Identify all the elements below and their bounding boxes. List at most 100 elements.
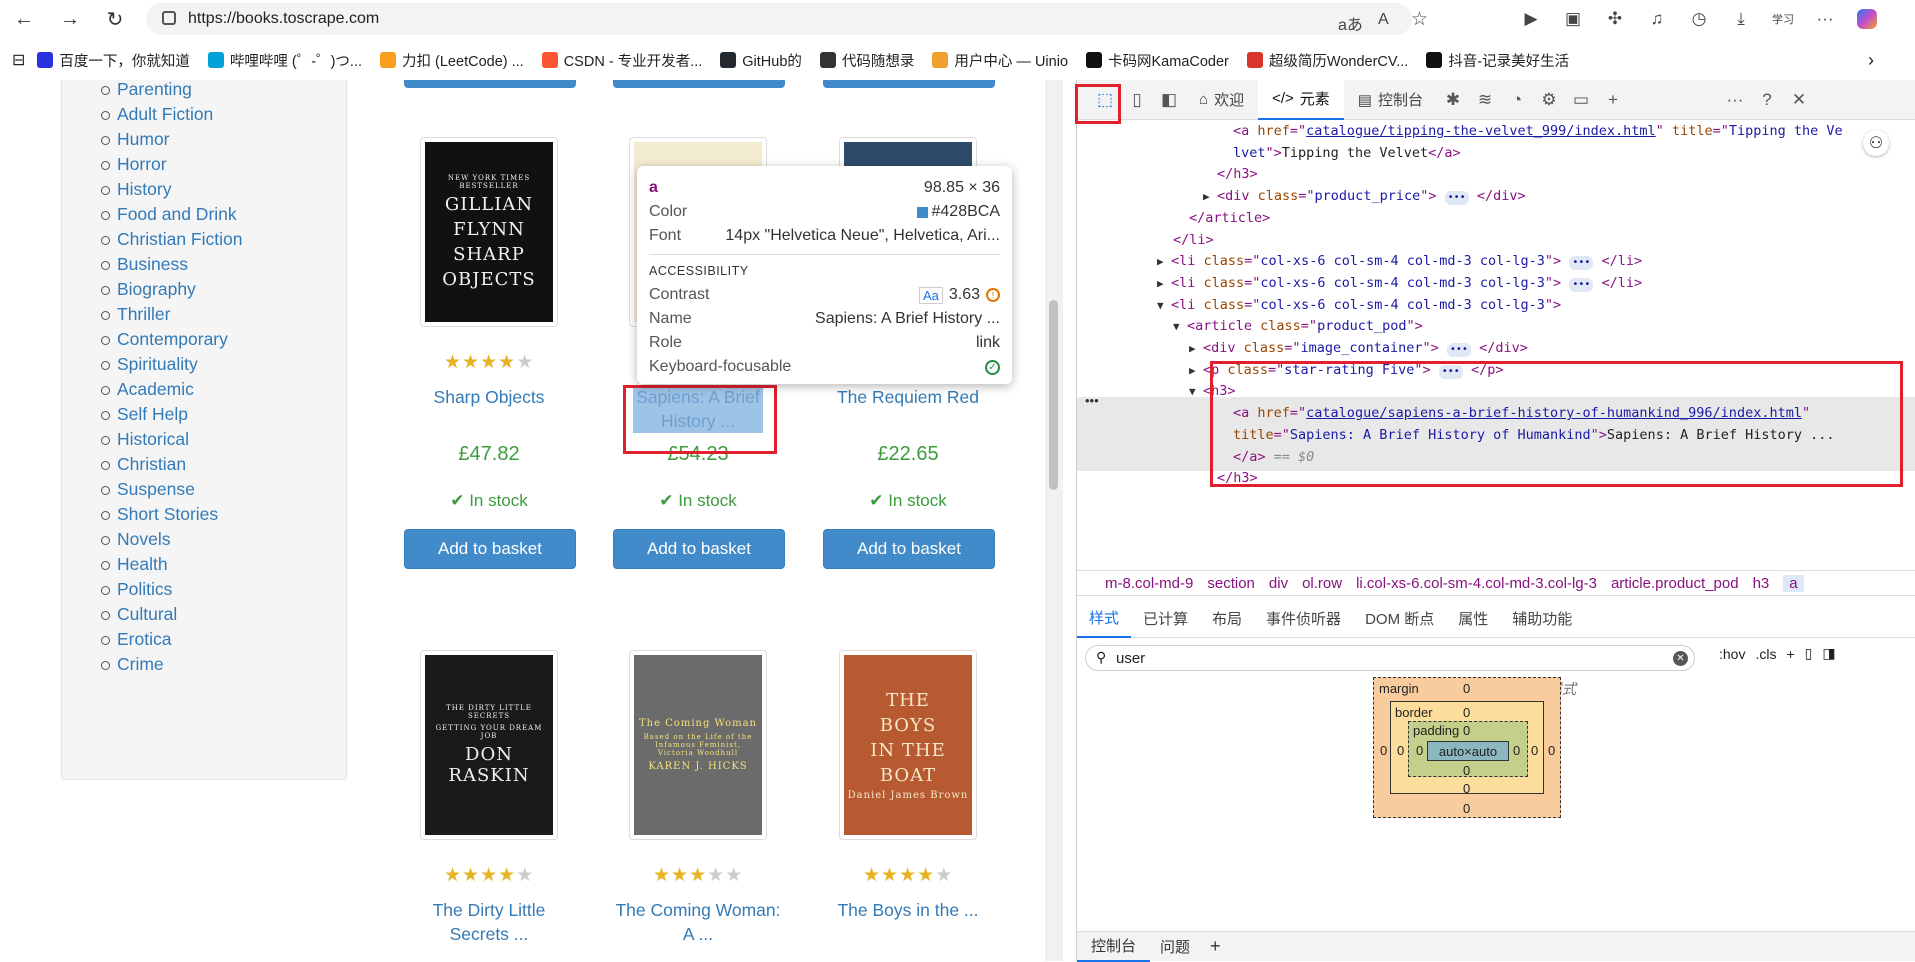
favorite-link[interactable]: 抖音-记录美好生活: [1426, 50, 1569, 71]
category-link[interactable]: Christian Fiction: [100, 227, 242, 252]
drawer-tab-issues[interactable]: 问题: [1150, 936, 1200, 957]
dom-node-line[interactable]: ▶ <div class="image_container"> ••• </div…: [1189, 338, 1528, 359]
category-link[interactable]: Humor: [100, 127, 242, 152]
breadcrumb-item[interactable]: h3: [1753, 575, 1770, 592]
collections-icon[interactable]: ♫: [1636, 0, 1678, 38]
favorite-link[interactable]: 代码随想录: [819, 50, 914, 71]
category-link[interactable]: Food and Drink: [100, 202, 242, 227]
favorite-star-icon[interactable]: ☆: [1411, 8, 1428, 31]
network-icon[interactable]: ≋: [1469, 80, 1501, 120]
breadcrumb-item[interactable]: ol.row: [1302, 575, 1342, 592]
styles-tab[interactable]: 事件侦听器: [1254, 600, 1353, 638]
dom-node-line[interactable]: ▼ <article class="product_pod">: [1173, 316, 1423, 337]
styles-tab[interactable]: 辅助功能: [1500, 600, 1584, 638]
book-title-link[interactable]: The Coming Woman: A ...: [613, 898, 783, 946]
address-bar[interactable]: https://books.toscrape.com A aあ ☆: [146, 3, 1428, 35]
breadcrumb-item[interactable]: section: [1207, 575, 1255, 592]
extensions-icon[interactable]: ✣: [1594, 0, 1636, 38]
favorite-link[interactable]: 力扣 (LeetCode) ...: [380, 50, 524, 71]
game-icon[interactable]: ▣: [1552, 0, 1594, 38]
breadcrumb-item[interactable]: li.col-xs-6.col-sm-4.col-md-3.col-lg-3: [1356, 575, 1597, 592]
category-link[interactable]: Parenting: [100, 80, 242, 102]
device-toolbar-icon[interactable]: ▯: [1121, 80, 1153, 120]
row-menu-icon[interactable]: •••: [1085, 393, 1099, 408]
study-button[interactable]: 学习: [1762, 0, 1804, 38]
book-cover[interactable]: NEW YORK TIMES BESTSELLER GILLIAN FLYNN SHA…: [420, 137, 558, 327]
category-link[interactable]: Short Stories: [100, 502, 242, 527]
category-link[interactable]: Spirituality: [100, 352, 242, 377]
more-options-icon[interactable]: ···: [1719, 80, 1751, 120]
add-tab-icon[interactable]: +: [1597, 80, 1629, 120]
styles-tab[interactable]: 布局: [1200, 600, 1254, 638]
category-link[interactable]: History: [100, 177, 242, 202]
read-aloud-icon[interactable]: A: [1378, 11, 1389, 29]
category-link[interactable]: Politics: [100, 577, 242, 602]
dom-node-line[interactable]: </article>: [1189, 208, 1270, 229]
refresh-icon[interactable]: ↻: [97, 1, 133, 37]
favorite-link[interactable]: 卡码网KamaCoder: [1086, 50, 1229, 71]
dom-node-line[interactable]: ▼ <li class="col-xs-6 col-sm-4 col-md-3 c…: [1157, 295, 1561, 316]
cls-button[interactable]: .cls: [1755, 646, 1776, 662]
book-title-link[interactable]: Sharp Objects: [404, 385, 574, 409]
category-link[interactable]: Academic: [100, 377, 242, 402]
category-link[interactable]: Biography: [100, 277, 242, 302]
styles-tab[interactable]: 样式: [1077, 600, 1132, 638]
settings-gear-icon[interactable]: ⚙: [1533, 80, 1565, 120]
favorite-link[interactable]: CSDN - 专业开发者...: [541, 50, 702, 71]
prev-add-button[interactable]: [613, 80, 785, 88]
application-icon[interactable]: ▭: [1565, 80, 1597, 120]
dom-node-line[interactable]: <a href="catalogue/tipping-the-velvet_99…: [1233, 121, 1843, 142]
close-icon[interactable]: ✕: [1783, 80, 1815, 120]
styles-tab[interactable]: DOM 断点: [1353, 600, 1446, 638]
forward-icon[interactable]: →: [52, 1, 88, 37]
breadcrumb-item[interactable]: div: [1269, 575, 1288, 592]
book-title-link[interactable]: The Boys in the ...: [823, 898, 993, 922]
clear-filter-icon[interactable]: ✕: [1673, 651, 1688, 666]
category-link[interactable]: Christian: [100, 452, 242, 477]
category-link[interactable]: Historical: [100, 427, 242, 452]
breadcrumb-item[interactable]: article.product_pod: [1611, 575, 1739, 592]
toggle-sidebar-icon[interactable]: ◨: [1822, 645, 1835, 662]
help-icon[interactable]: ?: [1751, 80, 1783, 120]
play-icon[interactable]: ▶: [1510, 0, 1552, 38]
back-icon[interactable]: ←: [6, 1, 42, 37]
scrollbar-thumb[interactable]: [1049, 300, 1058, 490]
book-cover[interactable]: THE BOYS IN THE BOAT Daniel James Brown: [839, 650, 977, 840]
drawer-tab-console[interactable]: 控制台: [1077, 932, 1151, 962]
category-link[interactable]: Health: [100, 552, 242, 577]
book-title-link[interactable]: The Dirty Little Secrets ...: [404, 898, 574, 946]
dom-node-line[interactable]: </li>: [1173, 230, 1214, 251]
hov-button[interactable]: :hov: [1719, 646, 1745, 662]
category-link[interactable]: Thriller: [100, 302, 242, 327]
dom-node-line[interactable]: ▶ <div class="product_price"> ••• </div>: [1203, 186, 1526, 207]
prev-add-button[interactable]: [823, 80, 995, 88]
favorite-link[interactable]: 超级简历WonderCV...: [1246, 50, 1408, 71]
category-link[interactable]: Adult Fiction: [100, 102, 242, 127]
dom-tree[interactable]: <a href="catalogue/tipping-the-velvet_99…: [1077, 121, 1915, 561]
chevron-right-icon[interactable]: ›: [1868, 50, 1874, 71]
favorite-link[interactable]: 百度一下，你就知道: [37, 50, 190, 71]
styles-tab[interactable]: 属性: [1446, 600, 1500, 638]
copilot-icon[interactable]: [1846, 0, 1888, 38]
styles-tab[interactable]: 已计算: [1131, 600, 1200, 638]
page-scrollbar[interactable]: [1045, 80, 1063, 961]
book-cover[interactable]: The Coming Woman Based on the Life of the…: [629, 650, 767, 840]
prev-add-button[interactable]: [404, 80, 576, 88]
breadcrumb-item[interactable]: m-8.col-md-9: [1105, 575, 1193, 592]
tab-actions-icon[interactable]: ⊟: [12, 50, 25, 70]
dom-node-line[interactable]: ▶ <li class="col-xs-6 col-sm-4 col-md-3 c…: [1157, 251, 1642, 272]
site-info-icon[interactable]: [162, 11, 176, 25]
style-filter-input[interactable]: ⚲ user ✕: [1085, 645, 1695, 671]
breadcrumb-item[interactable]: a: [1783, 574, 1804, 592]
add-to-basket-button[interactable]: Add to basket: [404, 529, 576, 569]
more-icon[interactable]: ···: [1804, 0, 1846, 38]
performance-icon[interactable]: ◔: [1501, 80, 1533, 120]
category-link[interactable]: Horror: [100, 152, 242, 177]
favorite-link[interactable]: GitHub的: [720, 50, 802, 71]
category-link[interactable]: Self Help: [100, 402, 242, 427]
category-link[interactable]: Suspense: [100, 477, 242, 502]
category-link[interactable]: Crime: [100, 652, 242, 677]
book-title-link[interactable]: The Requiem Red: [823, 385, 993, 409]
category-link[interactable]: Erotica: [100, 627, 242, 652]
dock-icon[interactable]: ◧: [1153, 80, 1185, 120]
